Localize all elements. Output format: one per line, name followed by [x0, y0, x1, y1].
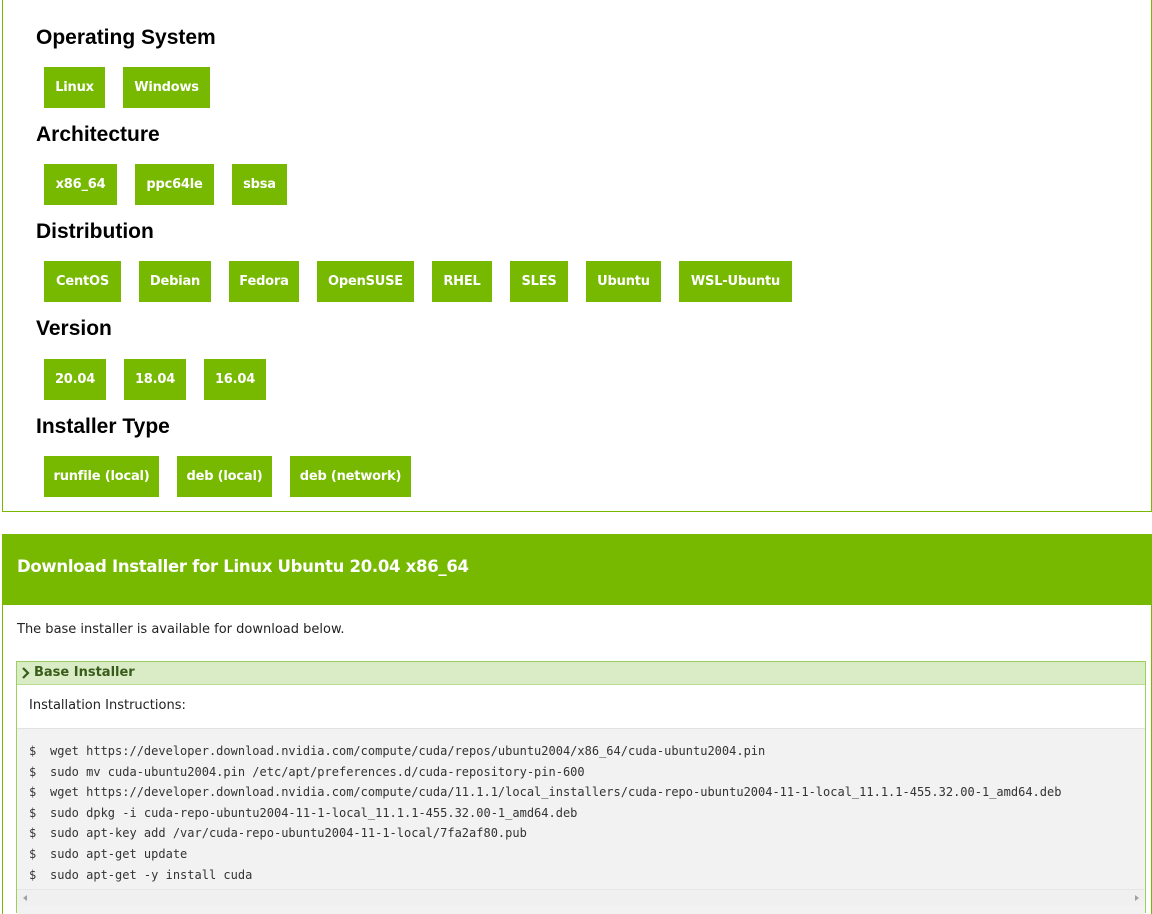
command-text: sudo mv cuda-ubuntu2004.pin /etc/apt/pre…	[50, 764, 585, 779]
option-runfile-local-button[interactable]: runfile (local)	[44, 456, 159, 497]
shell-prompt: $	[29, 764, 37, 779]
selector-panel: Operating System Linux Windows Architect…	[2, 0, 1152, 512]
command-text: wget https://developer.download.nvidia.c…	[50, 744, 766, 758]
code-block: $ wget https://developer.download.nvidia.…	[17, 728, 1145, 914]
shell-prompt: $	[29, 826, 37, 841]
version-options: 20.04 18.04 16.04	[44, 359, 284, 400]
code-line: $ wget https://developer.download.nvidia.…	[29, 782, 1061, 803]
option-ubuntu-button[interactable]: Ubuntu	[586, 261, 661, 302]
option-centos-button[interactable]: CentOS	[44, 261, 121, 302]
code-line: $ wget https://developer.download.nvidia.…	[29, 741, 1061, 762]
option-linux-button[interactable]: Linux	[44, 67, 105, 108]
download-header: Download Installer for Linux Ubuntu 20.0…	[3, 534, 1152, 605]
base-installer-box: Base Installer Installation Instructions…	[16, 661, 1146, 914]
base-installer-header[interactable]: Base Installer	[17, 662, 1145, 685]
option-debian-button[interactable]: Debian	[139, 261, 211, 302]
option-opensuse-button[interactable]: OpenSUSE	[317, 261, 414, 302]
installer-type-options: runfile (local) deb (local) deb (network…	[44, 456, 429, 497]
section-title-installer-type: Installer Type	[36, 415, 170, 438]
section-title-operating-system: Operating System	[36, 26, 216, 49]
section-title-architecture: Architecture	[36, 123, 160, 146]
shell-prompt: $	[29, 805, 37, 820]
architecture-options: x86_64 ppc64le sbsa	[44, 164, 305, 205]
code-line: $ sudo mv cuda-ubuntu2004.pin /etc/apt/pr…	[29, 762, 1061, 783]
shell-prompt: $	[29, 744, 37, 758]
section-title-version: Version	[36, 317, 112, 340]
code-line: $ sudo dpkg -i cuda-repo-ubuntu2004-11-1-…	[29, 803, 1061, 824]
code-line: $ sudo apt-key add /var/cuda-repo-ubuntu2…	[29, 823, 1061, 844]
chevron-right-icon[interactable]	[21, 667, 31, 679]
option-ppc64le-button[interactable]: ppc64le	[135, 164, 214, 205]
shell-prompt: $	[29, 867, 37, 882]
download-title: Download Installer for Linux Ubuntu 20.0…	[17, 557, 469, 576]
command-text: sudo apt-get update	[50, 846, 188, 861]
command-text: wget https://developer.download.nvidia.c…	[50, 785, 1062, 800]
option-windows-button[interactable]: Windows	[123, 67, 210, 108]
scroll-left-arrow-icon[interactable]	[23, 895, 27, 901]
horizontal-scrollbar[interactable]	[17, 889, 1145, 905]
download-description: The base installer is available for down…	[17, 622, 345, 637]
operating-system-options: Linux Windows	[44, 67, 228, 108]
option-18-04-button[interactable]: 18.04	[124, 359, 186, 400]
command-text: sudo dpkg -i cuda-repo-ubuntu2004-11-1-l…	[50, 805, 578, 820]
option-16-04-button[interactable]: 16.04	[204, 359, 266, 400]
command-text: sudo apt-key add /var/cuda-repo-ubuntu20…	[50, 826, 527, 841]
code-lines: $ wget https://developer.download.nvidia.…	[29, 741, 1061, 885]
option-sles-button[interactable]: SLES	[510, 261, 568, 302]
distribution-options: CentOS Debian Fedora OpenSUSE RHEL SLES …	[44, 261, 792, 302]
option-wsl-ubuntu-button[interactable]: WSL-Ubuntu	[679, 261, 792, 302]
instructions-label: Installation Instructions:	[29, 698, 186, 713]
option-fedora-button[interactable]: Fedora	[229, 261, 299, 302]
download-panel: Download Installer for Linux Ubuntu 20.0…	[2, 534, 1152, 914]
option-rhel-button[interactable]: RHEL	[432, 261, 492, 302]
option-deb-network-button[interactable]: deb (network)	[290, 456, 411, 497]
section-title-distribution: Distribution	[36, 220, 154, 243]
shell-prompt: $	[29, 846, 37, 861]
option-x86-64-button[interactable]: x86_64	[44, 164, 117, 205]
code-line: $ sudo apt-get -y install cuda	[29, 865, 1061, 886]
option-20-04-button[interactable]: 20.04	[44, 359, 106, 400]
base-installer-title: Base Installer	[34, 665, 135, 680]
code-line: $ sudo apt-get update	[29, 844, 1061, 865]
scroll-right-arrow-icon[interactable]	[1135, 895, 1139, 901]
option-deb-local-button[interactable]: deb (local)	[177, 456, 272, 497]
command-text: sudo apt-get -y install cuda	[50, 867, 253, 882]
option-sbsa-button[interactable]: sbsa	[232, 164, 287, 205]
shell-prompt: $	[29, 785, 37, 800]
